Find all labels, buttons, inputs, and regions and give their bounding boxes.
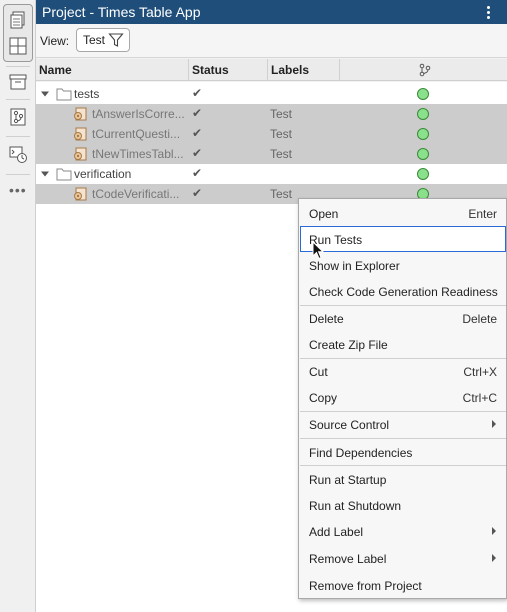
view-value: Test xyxy=(83,33,106,47)
menu-item-remove-label[interactable]: Remove Label xyxy=(300,545,506,571)
test-file-icon xyxy=(74,107,87,121)
menu-item-remove-from-project[interactable]: Remove from Project xyxy=(300,572,506,598)
view-label: View: xyxy=(40,34,70,48)
mouse-cursor-icon xyxy=(312,241,324,260)
source-control-status-icon xyxy=(417,128,429,140)
view-filter-button[interactable]: Test xyxy=(76,28,130,52)
test-file-icon xyxy=(74,187,87,201)
tree-item-name: tCodeVerificati... xyxy=(92,187,180,201)
menu-item-copy[interactable]: Copy Ctrl+C xyxy=(300,384,506,410)
folder-icon xyxy=(56,88,72,101)
filter-icon xyxy=(108,33,124,47)
toolstrip-divider xyxy=(6,66,30,67)
menu-item-open[interactable]: Open Enter xyxy=(300,200,506,226)
column-header-status[interactable]: Status xyxy=(189,59,268,81)
menu-item-create-zip-file[interactable]: Create Zip File xyxy=(300,331,506,357)
tree-row-file[interactable]: tNewTimesTabl... ✔ Test xyxy=(36,144,507,164)
chevron-down-icon[interactable] xyxy=(41,90,49,98)
submenu-arrow-icon xyxy=(492,527,496,535)
tree-item-name: tCurrentQuesti... xyxy=(92,127,181,141)
folder-icon xyxy=(56,168,72,181)
status-check-icon: ✔ xyxy=(192,126,203,140)
menu-item-run-at-shutdown[interactable]: Run at Shutdown xyxy=(300,492,506,518)
tree-item-label: Test xyxy=(270,187,293,201)
column-header-labels[interactable]: Labels xyxy=(268,59,340,81)
toolstrip-divider xyxy=(6,136,30,137)
source-control-status-icon xyxy=(417,88,429,100)
left-toolstrip: ••• xyxy=(0,0,36,612)
status-check-icon: ✔ xyxy=(192,86,203,100)
tree-item-label: Test xyxy=(270,147,293,161)
tree-item-label: Test xyxy=(270,127,293,141)
tree-row-file[interactable]: tCurrentQuesti... ✔ Test xyxy=(36,124,507,144)
menu-item-run-tests[interactable]: Run Tests xyxy=(300,226,506,252)
tree-item-name: tests xyxy=(74,87,100,101)
tree-item-label: Test xyxy=(270,107,293,121)
menu-item-run-at-startup[interactable]: Run at Startup xyxy=(300,466,506,492)
panel-title: Project - Times Table App xyxy=(42,4,201,20)
status-check-icon: ✔ xyxy=(192,106,203,120)
archive-icon[interactable] xyxy=(4,68,32,96)
menu-item-delete[interactable]: Delete Delete xyxy=(300,305,506,331)
tree-row-tests[interactable]: tests ✔ xyxy=(36,84,507,104)
column-header-source-control[interactable] xyxy=(340,59,507,81)
toolstrip-divider xyxy=(6,174,30,175)
source-control-icon[interactable] xyxy=(4,103,32,131)
menu-item-check-code-generation-readiness[interactable]: Check Code Generation Readiness xyxy=(300,278,506,304)
tree-row-verification[interactable]: verification ✔ xyxy=(36,164,507,184)
status-check-icon: ✔ xyxy=(192,146,203,160)
column-header-name[interactable]: Name xyxy=(36,59,189,81)
submenu-arrow-icon xyxy=(492,420,496,428)
panel-titlebar: Project - Times Table App xyxy=(36,0,507,24)
menu-item-cut[interactable]: Cut Ctrl+X xyxy=(300,358,506,384)
status-check-icon: ✔ xyxy=(192,186,203,200)
panel-menu-icon[interactable] xyxy=(483,0,493,24)
source-control-status-icon xyxy=(417,148,429,160)
source-control-column-icon xyxy=(419,63,431,77)
toolstrip-divider xyxy=(6,99,30,100)
source-control-status-icon xyxy=(417,108,429,120)
test-file-icon xyxy=(74,127,87,141)
tree-item-name: verification xyxy=(74,167,132,181)
context-menu: Open Enter Run Tests Show in Explorer Ch… xyxy=(298,198,507,599)
grid-view-icon[interactable] xyxy=(4,32,32,60)
tree-item-name: tAnswerIsCorre... xyxy=(92,107,185,121)
tree-item-name: tNewTimesTabl... xyxy=(92,147,184,161)
more-options-icon[interactable]: ••• xyxy=(9,182,27,198)
menu-item-show-in-explorer[interactable]: Show in Explorer xyxy=(300,252,506,278)
view-bar: View: Test xyxy=(36,24,507,58)
files-view-icon[interactable] xyxy=(4,6,32,34)
status-check-icon: ✔ xyxy=(192,166,203,180)
tree-row-file[interactable]: tAnswerIsCorre... ✔ Test xyxy=(36,104,507,124)
menu-item-add-label[interactable]: Add Label xyxy=(300,518,506,544)
startup-shutdown-icon[interactable] xyxy=(4,140,32,168)
menu-item-source-control[interactable]: Source Control xyxy=(300,411,506,437)
menu-item-find-dependencies[interactable]: Find Dependencies xyxy=(300,439,506,465)
test-file-icon xyxy=(74,147,87,161)
chevron-down-icon[interactable] xyxy=(41,170,49,178)
source-control-status-icon xyxy=(417,168,429,180)
submenu-arrow-icon xyxy=(492,554,496,562)
table-header: Name Status Labels xyxy=(36,59,507,81)
